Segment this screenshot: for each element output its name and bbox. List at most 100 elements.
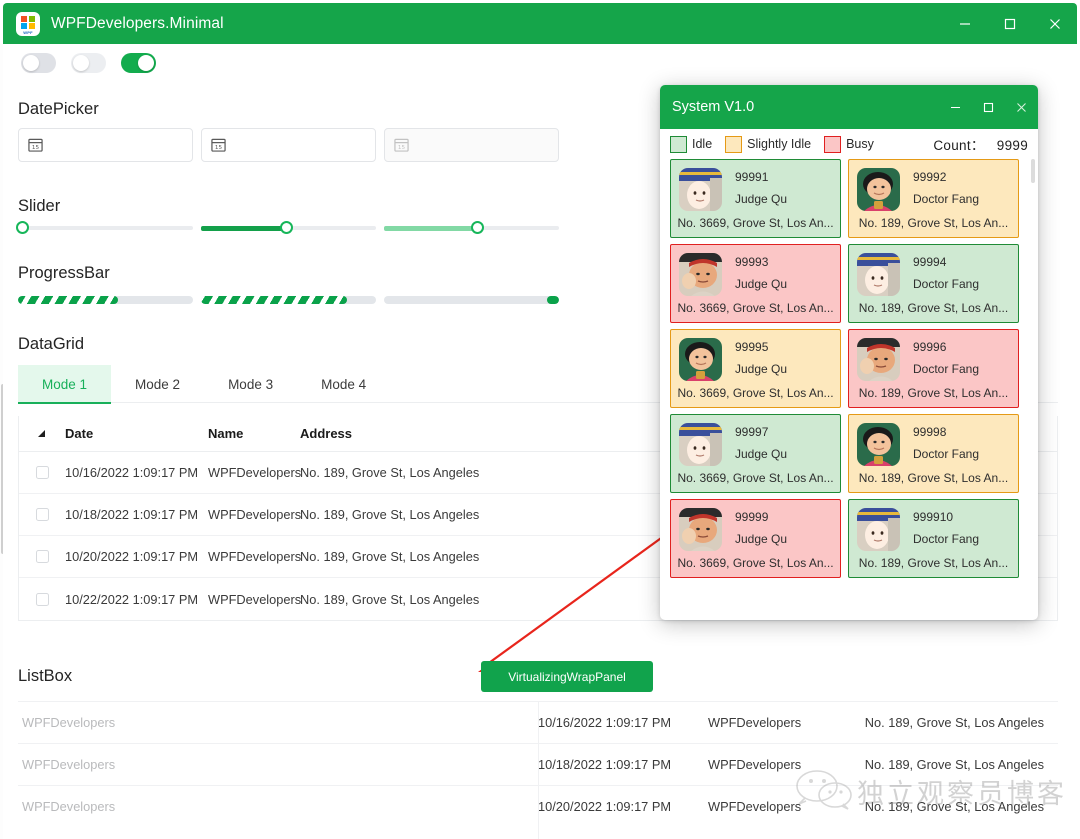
app-title: WPFDevelopers.Minimal — [51, 14, 224, 32]
list-item[interactable]: 99993 Judge Qu No. 3669, Grove St, Los A… — [670, 244, 841, 323]
legend-swatch-slightly-idle — [725, 135, 743, 153]
card-name: Judge Qu — [735, 277, 788, 291]
slider-thumb[interactable] — [280, 221, 293, 234]
slider-thumb[interactable] — [16, 221, 29, 234]
card-id: 99999 — [735, 510, 769, 524]
section-title-listbox: ListBox — [18, 667, 73, 685]
datepicker-3[interactable]: 15 — [384, 128, 559, 162]
datepicker-2[interactable]: 15 — [201, 128, 376, 162]
list-item[interactable]: 99998 Doctor Fang No. 189, Grove St, Los… — [848, 414, 1019, 493]
tab-mode-4[interactable]: Mode 4 — [297, 365, 390, 403]
datepicker-1[interactable]: 15 — [18, 128, 193, 162]
cell-date: 10/20/2022 1:09:17 PM — [65, 549, 199, 564]
row-checkbox[interactable] — [19, 592, 65, 606]
card-row: 99995 Judge Qu No. 3669, Grove St, Los A… — [670, 329, 1028, 408]
system-window: System V1.0 Idle Slightly Idle Busy Coun… — [660, 85, 1038, 620]
svg-text:15: 15 — [215, 145, 223, 151]
cell-name: WPFDevelopers — [708, 799, 802, 814]
toggle-switch-3[interactable] — [121, 53, 156, 73]
card-address: No. 3669, Grove St, Los An... — [677, 471, 834, 485]
card-address: No. 3669, Grove St, Los An... — [677, 216, 834, 230]
card-address: No. 189, Grove St, Los An... — [858, 471, 1009, 485]
progressbar-fill — [201, 296, 347, 304]
listbox-divider — [538, 701, 539, 839]
row-checkbox[interactable] — [19, 466, 65, 479]
cell-address: No. 189, Grove St, Los Angeles — [864, 799, 1044, 814]
tab-label: Mode 3 — [228, 376, 274, 392]
toggle-group — [21, 53, 156, 73]
toggle-switch-1[interactable] — [21, 53, 56, 73]
row-checkbox[interactable] — [19, 508, 65, 521]
card-id: 99992 — [913, 170, 947, 184]
maximize-button[interactable] — [972, 85, 1005, 129]
card-row: 99999 Judge Qu No. 3669, Grove St, Los A… — [670, 499, 1028, 578]
cell-address: No. 189, Grove St, Los Angeles — [864, 715, 1044, 730]
system-window-titlebar[interactable]: System V1.0 — [660, 85, 1038, 129]
scrollbar-thumb[interactable] — [1031, 159, 1035, 183]
samurai-avatar — [857, 253, 900, 296]
column-header-name[interactable]: Name — [208, 426, 300, 441]
list-item[interactable]: 999910 Doctor Fang No. 189, Grove St, Lo… — [848, 499, 1019, 578]
cell-name: WPFDevelopers — [208, 591, 302, 607]
toggle-switch-2[interactable] — [71, 53, 106, 73]
svg-text:15: 15 — [398, 145, 406, 151]
card-address: No. 189, Grove St, Los An... — [858, 386, 1009, 400]
cell-date: 10/22/2022 1:09:17 PM — [65, 591, 199, 607]
progressbar-fill — [18, 296, 118, 304]
list-item[interactable]: 99995 Judge Qu No. 3669, Grove St, Los A… — [670, 329, 841, 408]
count-display: Count： 9999 — [933, 134, 1028, 154]
main-titlebar[interactable]: WPF WPFDevelopers.Minimal — [3, 3, 1077, 44]
progressbar-3 — [384, 296, 559, 304]
row-checkbox[interactable] — [19, 550, 65, 563]
section-title-progressbar: ProgressBar — [18, 264, 110, 282]
list-item[interactable]: 99999 Judge Qu No. 3669, Grove St, Los A… — [670, 499, 841, 578]
slider-track — [18, 226, 193, 230]
list-item[interactable]: 99996 Doctor Fang No. 189, Grove St, Los… — [848, 329, 1019, 408]
slider-2[interactable] — [201, 220, 376, 236]
slider-fill — [384, 225, 477, 231]
legend-swatch-busy — [824, 135, 842, 153]
list-item[interactable]: 99997 Judge Qu No. 3669, Grove St, Los A… — [670, 414, 841, 493]
calendar-icon: 15 — [28, 137, 44, 153]
card-id: 99997 — [735, 425, 769, 439]
legend-swatch-idle — [670, 135, 687, 153]
card-address: No. 189, Grove St, Los An... — [858, 301, 1009, 315]
cell-date: 10/18/2022 1:09:17 PM — [538, 757, 672, 772]
virtualizing-wrap-panel-button[interactable]: VirtualizingWrapPanel — [481, 661, 653, 692]
sort-indicator-icon[interactable] — [19, 428, 65, 440]
slider-3[interactable] — [384, 220, 559, 236]
cell-name: WPFDevelopers — [208, 507, 302, 522]
legend-label: Idle — [692, 137, 713, 151]
close-button[interactable] — [1005, 85, 1038, 129]
slider-thumb[interactable] — [471, 221, 484, 234]
close-button[interactable] — [1032, 3, 1077, 44]
wrestler-avatar — [857, 338, 900, 381]
minimize-button[interactable] — [942, 3, 987, 44]
card-id: 999910 — [913, 510, 954, 524]
system-window-scrollbar[interactable] — [1031, 159, 1035, 604]
wrestler-avatar — [679, 253, 722, 296]
listbox: WPFDevelopers 10/16/2022 1:09:17 PM WPFD… — [18, 701, 1058, 839]
list-item[interactable]: 99994 Doctor Fang No. 189, Grove St, Los… — [848, 244, 1019, 323]
section-title-datagrid: DataGrid — [18, 335, 85, 353]
tab-mode-3[interactable]: Mode 3 — [204, 365, 297, 403]
cell-name: WPFDevelopers — [208, 549, 302, 564]
card-name: Judge Qu — [735, 532, 788, 546]
legend-label: Busy — [846, 137, 874, 151]
tab-mode-1[interactable]: Mode 1 — [18, 365, 112, 404]
section-title-slider: Slider — [18, 197, 61, 215]
card-name: Judge Qu — [735, 362, 788, 376]
wrestler-avatar — [679, 508, 722, 551]
column-header-date[interactable]: Date — [65, 426, 208, 441]
tab-mode-2[interactable]: Mode 2 — [111, 365, 204, 403]
list-item[interactable]: 99991 Judge Qu No. 3669, Grove St, Los A… — [670, 159, 841, 238]
minimize-button[interactable] — [939, 85, 972, 129]
legend-label: Slightly Idle — [747, 137, 812, 151]
list-item[interactable]: 99992 Doctor Fang No. 189, Grove St, Los… — [848, 159, 1019, 238]
status-legend: Idle Slightly Idle Busy Count： 9999 — [660, 129, 1038, 159]
progressbar-2 — [201, 296, 376, 304]
slider-1[interactable] — [16, 220, 193, 236]
card-row: 99997 Judge Qu No. 3669, Grove St, Los A… — [670, 414, 1028, 493]
maximize-button[interactable] — [987, 3, 1032, 44]
samurai-avatar — [679, 168, 722, 211]
